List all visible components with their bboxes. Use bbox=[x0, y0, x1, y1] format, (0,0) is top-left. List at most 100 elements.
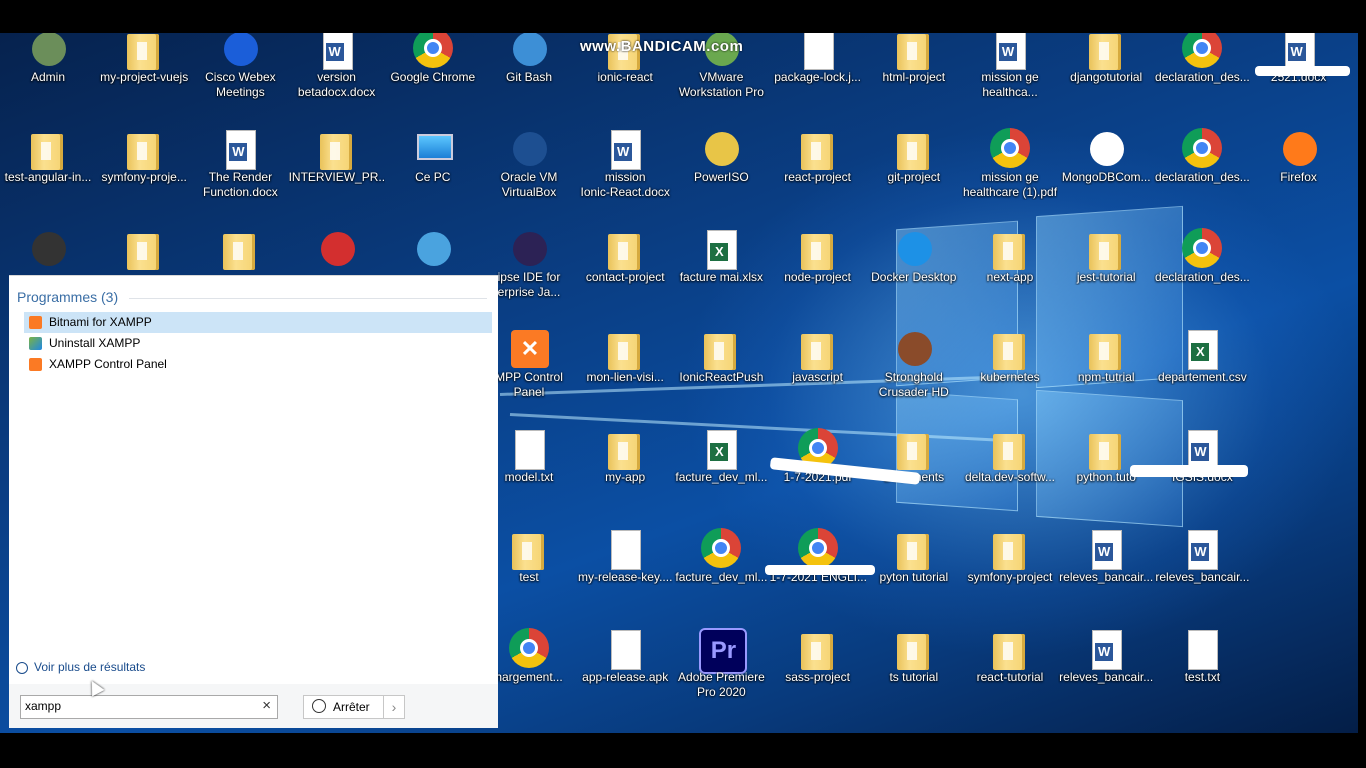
desktop-icon[interactable]: Wmission Ionic-React.docx bbox=[577, 128, 673, 223]
desktop-icon[interactable]: javascript bbox=[770, 328, 866, 423]
result-label: Bitnami for XAMPP bbox=[49, 315, 152, 329]
shutdown-button[interactable]: Arrêter bbox=[303, 695, 385, 719]
desktop-icon[interactable]: test.txt bbox=[1154, 628, 1250, 723]
result-bitnami-for-xampp[interactable]: Bitnami for XAMPP bbox=[24, 312, 492, 333]
desktop-icon-label: facture_dev_ml... bbox=[675, 570, 768, 584]
desktop-icon[interactable]: npm-tutrial bbox=[1058, 328, 1154, 423]
desktop-icon[interactable]: Oracle VM VirtualBox bbox=[481, 128, 577, 223]
word-icon: W bbox=[315, 33, 359, 72]
desktop-icon[interactable]: declaration_des... bbox=[1154, 33, 1250, 123]
desktop-icon[interactable]: symfony-project bbox=[962, 528, 1058, 623]
clear-search-button[interactable]: × bbox=[262, 697, 271, 714]
desktop-icon[interactable]: react-project bbox=[770, 128, 866, 223]
desktop-icon[interactable]: my-project-vuejs bbox=[96, 33, 192, 123]
desktop-icon[interactable]: delta.dev-softw... bbox=[962, 428, 1058, 523]
desktop-icon[interactable]: djangotutorial bbox=[1058, 33, 1154, 123]
desktop-icon[interactable]: Wreleves_bancair... bbox=[1058, 528, 1154, 623]
more-results-label: Voir plus de résultats bbox=[34, 660, 146, 674]
desktop-icon[interactable]: mission ge healthcare (1).pdf bbox=[962, 128, 1058, 223]
more-results-link[interactable]: Voir plus de résultats bbox=[16, 660, 145, 674]
desktop-icon[interactable]: Ce PC bbox=[385, 128, 481, 223]
desktop-icon[interactable]: INTERVIEW_PR... bbox=[289, 128, 385, 223]
desktop-icon-label: npm-tutrial bbox=[1077, 370, 1135, 384]
result-xampp-control-panel[interactable]: XAMPP Control Panel bbox=[24, 354, 492, 375]
desktop-icon[interactable]: mon-lien-visi... bbox=[577, 328, 673, 423]
desktop-icon[interactable]: W The Render Function.docx bbox=[192, 128, 288, 223]
js-folder-icon bbox=[796, 328, 840, 372]
desktop-icon[interactable]: Xfacture mai.xlsx bbox=[673, 228, 769, 323]
section-divider bbox=[129, 298, 487, 299]
desktop-icon[interactable]: Xdepartement.csv bbox=[1154, 328, 1250, 423]
result-uninstall-xampp[interactable]: Uninstall XAMPP bbox=[24, 333, 492, 354]
desktop-icon[interactable]: contact-project bbox=[577, 228, 673, 323]
game-icon bbox=[892, 328, 936, 372]
rss-folder-icon bbox=[122, 228, 166, 272]
desktop-icon-label: jest-tutorial bbox=[1076, 270, 1136, 284]
desktop-icon[interactable]: package-lock.j... bbox=[770, 33, 866, 123]
desktop-icon-label: Adobe Premiere Pro 2020 bbox=[678, 670, 765, 699]
desktop-icon[interactable]: html-project bbox=[866, 33, 962, 123]
redaction-mark bbox=[1255, 66, 1350, 76]
desktop-icon[interactable]: my-app bbox=[577, 428, 673, 523]
desktop-icon-label: facture mai.xlsx bbox=[679, 270, 764, 284]
desktop-icon[interactable]: symfony-proje... bbox=[96, 128, 192, 223]
desktop-icon-label: releves_bancair... bbox=[1155, 570, 1250, 584]
desktop-icon[interactable]: PowerISO bbox=[673, 128, 769, 223]
desktop-icon-label: symfony-project bbox=[967, 570, 1053, 584]
folder-icon bbox=[988, 628, 1032, 672]
chrome-icon bbox=[699, 528, 743, 572]
desktop-icon[interactable]: pyton tutorial bbox=[866, 528, 962, 623]
desktop-icon-label: declaration_des... bbox=[1155, 170, 1250, 184]
folder-icon bbox=[988, 328, 1032, 372]
desktop-icon[interactable]: 1-7-2021 ENGLI... bbox=[770, 528, 866, 623]
desktop-icon[interactable]: Wreleves_bancair... bbox=[1154, 528, 1250, 623]
desktop-icon[interactable]: test-angular-in... bbox=[0, 128, 96, 223]
desktop-icon-label: delta.dev-softw... bbox=[964, 470, 1056, 484]
desktop-icon[interactable]: kubernetes bbox=[962, 328, 1058, 423]
desktop-icon[interactable]: my-release-key.... bbox=[577, 528, 673, 623]
desktop-icon[interactable]: git-project bbox=[866, 128, 962, 223]
desktop-icon[interactable]: Cisco Webex Meetings bbox=[192, 33, 288, 123]
xampp-icon bbox=[29, 316, 42, 329]
folder-icon bbox=[218, 228, 262, 272]
folder-icon bbox=[796, 228, 840, 272]
desktop-icon[interactable]: Admin bbox=[0, 33, 96, 123]
desktop-icon[interactable]: react-tutorial bbox=[962, 628, 1058, 723]
desktop-icon[interactable]: declaration_des... bbox=[1154, 128, 1250, 223]
desktop-icon-label: html-project bbox=[882, 70, 946, 84]
desktop-icon[interactable]: MongoDBCom... bbox=[1058, 128, 1154, 223]
search-box[interactable]: × bbox=[20, 695, 278, 719]
folder-icon bbox=[603, 428, 647, 472]
desktop-icon[interactable]: IonicReactPush bbox=[673, 328, 769, 423]
desktop-icon[interactable]: Google Chrome bbox=[385, 33, 481, 123]
desktop-icon-label: declaration_des... bbox=[1155, 270, 1250, 284]
desktop-icon[interactable]: next-app bbox=[962, 228, 1058, 323]
shutdown-options-button[interactable]: › bbox=[383, 695, 405, 719]
desktop-icon[interactable]: Wmission ge healthca... bbox=[962, 33, 1058, 123]
desktop-icon[interactable]: app-release.apk bbox=[577, 628, 673, 723]
desktop-icon[interactable]: declaration_des... bbox=[1154, 228, 1250, 323]
desktop-icon[interactable]: ts tutorial bbox=[866, 628, 962, 723]
desktop-icon-label: contact-project bbox=[585, 270, 665, 284]
desktop-icon[interactable]: facture_dev_ml... bbox=[673, 528, 769, 623]
search-input[interactable] bbox=[25, 698, 245, 714]
desktop-icon[interactable]: Wversion betadocx.docx bbox=[289, 33, 385, 123]
desktop-icon[interactable]: Docker Desktop bbox=[866, 228, 962, 323]
desktop-icon[interactable]: Wreleves_bancair... bbox=[1058, 628, 1154, 723]
desktop-icon[interactable]: W 2521.docx bbox=[1251, 33, 1347, 123]
desktop-icon[interactable]: jest-tutorial bbox=[1058, 228, 1154, 323]
desktop-icon[interactable]: sass-project bbox=[770, 628, 866, 723]
desktop-icon[interactable]: Pr Adobe Premiere Pro 2020 bbox=[673, 628, 769, 723]
desktop-icon[interactable]: Xfacture_dev_ml... bbox=[673, 428, 769, 523]
desktop-icon[interactable]: Firefox bbox=[1251, 128, 1347, 223]
desktop-icon-label: Cisco Webex Meetings bbox=[205, 70, 276, 99]
desktop-icon[interactable]: Stronghold Crusader HD bbox=[866, 328, 962, 423]
desktop-icon-label: version betadocx.docx bbox=[297, 70, 376, 99]
folder-icon bbox=[1084, 328, 1128, 372]
desktop-icon-label: react-tutorial bbox=[976, 670, 1044, 684]
word-icon: W bbox=[1180, 528, 1224, 572]
desktop-icon[interactable]: node-project bbox=[770, 228, 866, 323]
desktop-icon-label: departement.csv bbox=[1158, 370, 1247, 384]
uninstall-icon bbox=[29, 337, 42, 350]
desktop-icon[interactable]: Git Bash bbox=[481, 33, 577, 123]
